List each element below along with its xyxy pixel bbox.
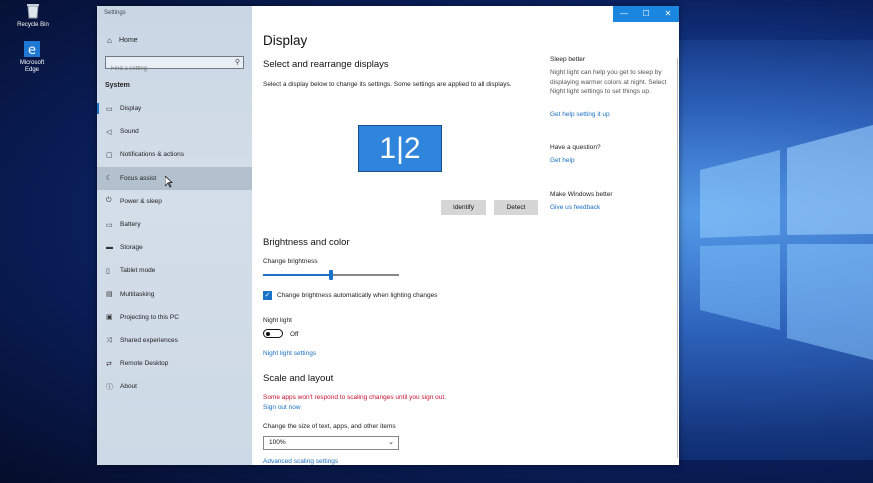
- sidebar-item-label: Remote Desktop: [120, 360, 169, 368]
- sign-out-link[interactable]: Sign out now: [263, 404, 301, 411]
- sidebar-item-label: Projecting to this PC: [120, 313, 179, 321]
- brightness-heading: Brightness and color: [263, 237, 350, 248]
- speaker-icon: ◁: [106, 128, 112, 136]
- question-heading: Have a question?: [550, 144, 601, 151]
- notification-icon: ▢: [106, 151, 113, 159]
- scaling-warning: Some apps won't respond to scaling chang…: [263, 394, 446, 401]
- power-icon: ⏻: [106, 197, 112, 205]
- brightness-label: Change brightness: [263, 258, 318, 265]
- brightness-slider-fill: [263, 274, 331, 276]
- window-title: Settings: [104, 10, 126, 16]
- sidebar-item-label: Display: [120, 105, 142, 112]
- toggle-knob: [266, 331, 270, 336]
- sidebar-item-label: Storage: [120, 244, 143, 252]
- sleep-better-text: Night light can help you get to sleep by…: [550, 69, 667, 96]
- sidebar-item-label: Notifications & actions: [120, 151, 184, 159]
- recycle-bin-icon: [24, 2, 42, 20]
- settings-window: ⌂ Home ⚲ System ▭ Display ◁ Sound ▢ Notificat…: [97, 6, 679, 465]
- feedback-link[interactable]: Give us feedback: [550, 204, 600, 211]
- sidebar-item-label: Power & sleep: [120, 197, 162, 205]
- edge-icon: e: [23, 40, 41, 58]
- identify-button[interactable]: Identify: [441, 200, 486, 215]
- night-light-settings-link[interactable]: Night light settings: [263, 350, 316, 357]
- rearrange-description: Select a display below to change its set…: [263, 81, 512, 88]
- make-better-heading: Make Windows better: [550, 191, 613, 198]
- sidebar-item-projecting-to-this-pc[interactable]: ▣ Projecting to this PC: [97, 306, 252, 329]
- night-light-toggle[interactable]: [263, 329, 283, 338]
- sidebar-item-storage[interactable]: ▬ Storage: [97, 236, 252, 259]
- moon-icon: ☾: [106, 175, 113, 183]
- detect-button[interactable]: Detect: [494, 200, 538, 215]
- rearrange-heading: Select and rearrange displays: [263, 59, 389, 70]
- sidebar-item-remote-desktop[interactable]: ⇄ Remote Desktop: [97, 352, 252, 375]
- brightness-slider[interactable]: [263, 270, 399, 280]
- search-box[interactable]: ⚲: [105, 56, 244, 75]
- scale-dropdown[interactable]: 100% ⌄: [263, 436, 399, 450]
- main-content: Display Select and rearrange displays Se…: [252, 6, 679, 465]
- sidebar-item-focus-assist[interactable]: ☾ Focus assist: [97, 166, 252, 190]
- sidebar-item-label: About: [120, 383, 137, 391]
- sidebar-item-label: Sound: [120, 128, 139, 136]
- sidebar-item-display[interactable]: ▭ Display: [97, 97, 252, 120]
- sidebar-item-battery[interactable]: ▭ Battery: [97, 213, 252, 236]
- advanced-scaling-link[interactable]: Advanced scaling settings: [263, 458, 338, 465]
- search-input[interactable]: [106, 63, 231, 75]
- windows-logo: [700, 125, 873, 360]
- get-help-link[interactable]: Get help: [550, 157, 575, 164]
- projecting-icon: ▣: [106, 314, 113, 322]
- sidebar-item-label: Battery: [120, 221, 141, 228]
- info-icon: ⓘ: [106, 383, 113, 391]
- sidebar-section-label: System: [105, 82, 130, 89]
- search-icon[interactable]: ⚲: [235, 58, 240, 66]
- sidebar-item-tablet-mode[interactable]: ▯ Tablet mode: [97, 259, 252, 282]
- night-light-label: Night light: [263, 317, 292, 324]
- recycle-bin-label: Recycle Bin: [17, 22, 49, 28]
- auto-brightness-label: Change brightness automatically when lig…: [277, 292, 438, 299]
- sidebar-item-about[interactable]: ⓘ About: [97, 375, 252, 398]
- sidebar-item-notifications-actions[interactable]: ▢ Notifications & actions: [97, 143, 252, 166]
- multitasking-icon: ▤: [106, 291, 113, 299]
- display-monitor-tile[interactable]: 1|2: [358, 125, 442, 172]
- sidebar-item-power-sleep[interactable]: ⏻ Power & sleep: [97, 190, 252, 213]
- sleep-better-heading: Sleep better: [550, 56, 586, 63]
- home-icon: ⌂: [107, 36, 112, 45]
- sidebar-item-multitasking[interactable]: ▤ Multitasking: [97, 283, 252, 306]
- scale-heading: Scale and layout: [263, 373, 334, 384]
- get-help-setting-up-link[interactable]: Get help setting it up: [550, 111, 610, 118]
- mouse-cursor-icon: [165, 176, 173, 188]
- scrollbar[interactable]: [677, 58, 678, 458]
- remote-icon: ⇄: [106, 360, 112, 368]
- monitor-icon: ▭: [106, 105, 113, 113]
- active-indicator: [97, 103, 99, 114]
- scale-size-label: Change the size of text, apps, and other…: [263, 423, 396, 430]
- scale-dropdown-value: 100%: [269, 439, 286, 446]
- tablet-icon: ▯: [106, 267, 110, 275]
- sidebar-item-sound[interactable]: ◁ Sound: [97, 120, 252, 143]
- chevron-down-icon: ⌄: [388, 439, 394, 446]
- auto-brightness-checkbox[interactable]: ✓: [263, 291, 272, 300]
- edge-label: Microsoft Edge: [19, 60, 45, 73]
- page-title: Display: [263, 33, 308, 48]
- sidebar-item-label: Shared experiences: [120, 337, 178, 344]
- shared-icon: ⤨: [106, 336, 112, 344]
- svg-text:e: e: [28, 43, 36, 58]
- sidebar: ⌂ Home ⚲ System ▭ Display ◁ Sound ▢ Notificat…: [97, 6, 252, 465]
- desktop-icon-recycle-bin[interactable]: Recycle Bin: [13, 2, 53, 29]
- sidebar-item-shared-experiences[interactable]: ⤨ Shared experiences: [97, 329, 252, 352]
- sidebar-item-label: Multitasking: [120, 290, 155, 298]
- night-light-state: Off: [290, 331, 299, 338]
- home-label: Home: [119, 37, 138, 44]
- sidebar-home[interactable]: ⌂ Home: [107, 36, 138, 45]
- storage-icon: ▬: [106, 244, 113, 252]
- sidebar-item-label: Tablet mode: [120, 267, 156, 275]
- sidebar-item-label: Focus assist: [120, 174, 157, 182]
- desktop-icon-edge[interactable]: e Microsoft Edge: [12, 40, 52, 74]
- battery-icon: ▭: [106, 221, 113, 229]
- brightness-slider-thumb[interactable]: [329, 270, 333, 280]
